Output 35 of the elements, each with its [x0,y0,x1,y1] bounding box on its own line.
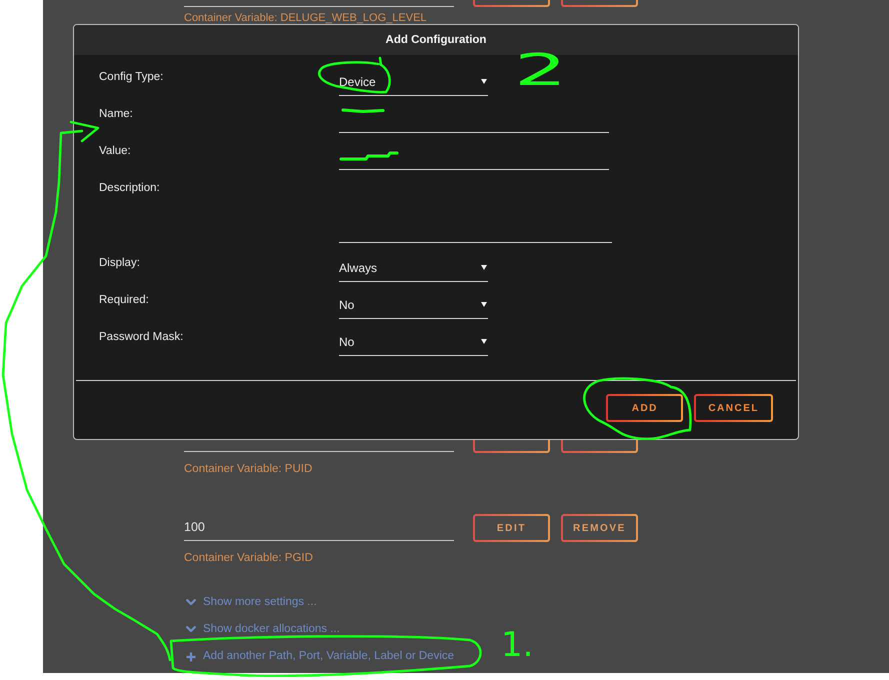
cut-off-button[interactable] [473,440,550,453]
remove-button[interactable]: REMOVE [561,514,638,542]
dropdown[interactable]: No [339,330,488,356]
caret-down-icon [481,302,487,307]
caret-down-icon [481,79,487,84]
handwritten-number: 2 [514,49,568,93]
field-label: Name: [99,107,134,121]
cut-off-button[interactable] [561,440,638,453]
cancel-button[interactable]: CANCEL [694,394,773,422]
caption-text: Container Variable: DELUGE_WEB_LOG_LEVEL [184,11,427,25]
field-label: Config Type: [99,70,164,84]
plus-icon [186,652,196,662]
cut-off-button[interactable] [473,0,550,7]
cut-off-button[interactable] [561,0,638,7]
chevron-down-icon [186,626,196,633]
caption-text: Container Variable: PUID [184,462,312,476]
dropdown[interactable]: Always [339,256,488,282]
caret-down-icon [481,265,487,270]
dialog-title: Add Configuration [386,33,486,47]
add-button[interactable]: ADD [606,394,684,422]
field-label: Required: [99,293,150,307]
dropdown[interactable]: Device [339,70,488,96]
edit-button[interactable]: EDIT [473,514,550,542]
input-field[interactable]: 100 [184,514,454,541]
field-label: Value: [99,144,132,158]
caret-down-icon [481,339,487,344]
hand-drawn-line [340,152,398,160]
field-label: Password Mask: [99,330,184,344]
caption-text: Container Variable: PGID [184,551,313,565]
chevron-down-icon [186,599,196,606]
handwritten-number: 1. [501,628,534,662]
field-label: Display: [99,256,141,270]
dropdown[interactable]: No [339,293,488,319]
hand-drawn-line [342,108,384,113]
field-label: Description: [99,181,161,195]
